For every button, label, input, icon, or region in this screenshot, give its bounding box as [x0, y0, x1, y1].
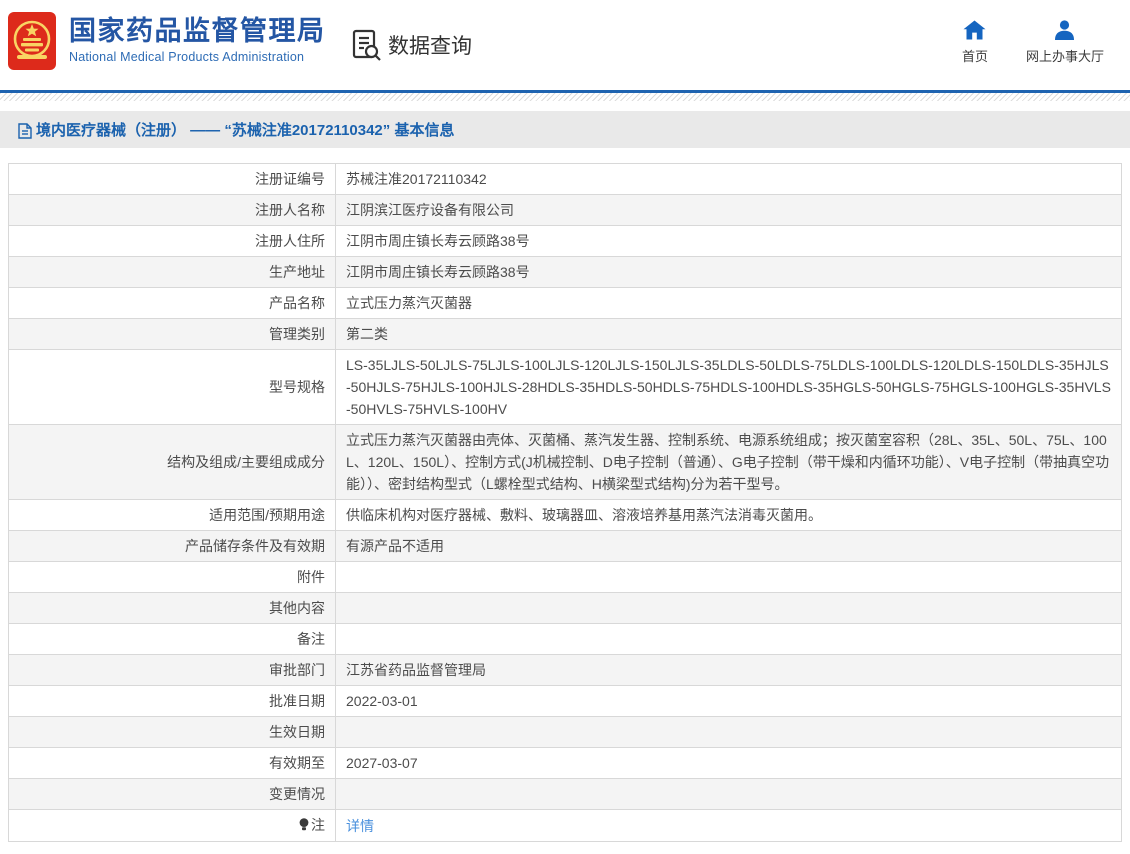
row-label: 备注 — [9, 624, 336, 655]
logo-group: 国家药品监督管理局 National Medical Products Admi… — [8, 12, 326, 70]
org-name-en: National Medical Products Administration — [69, 50, 326, 64]
row-label: 其他内容 — [9, 593, 336, 624]
table-row: 注册证编号苏械注准20172110342 — [9, 164, 1122, 195]
row-value: 江阴市周庄镇长寿云顾路38号 — [336, 226, 1122, 257]
row-label: 注册证编号 — [9, 164, 336, 195]
site-header: 国家药品监督管理局 National Medical Products Admi… — [0, 0, 1130, 90]
header-stripe-band — [0, 93, 1130, 101]
row-value: 2022-03-01 — [336, 686, 1122, 717]
row-value — [336, 562, 1122, 593]
row-label: 有效期至 — [9, 748, 336, 779]
row-value: 江苏省药品监督管理局 — [336, 655, 1122, 686]
row-value: 供临床机构对医疗器械、敷料、玻璃器皿、溶液培养基用蒸汽法消毒灭菌用。 — [336, 500, 1122, 531]
table-row: 生产地址江阴市周庄镇长寿云顾路38号 — [9, 257, 1122, 288]
table-row: 注册人名称江阴滨江医疗设备有限公司 — [9, 195, 1122, 226]
row-label: 适用范围/预期用途 — [9, 500, 336, 531]
row-value: 立式压力蒸汽灭菌器 — [336, 288, 1122, 319]
table-row: 批准日期2022-03-01 — [9, 686, 1122, 717]
detail-link[interactable]: 详情 — [346, 818, 374, 834]
table-row: 型号规格LS-35LJLS-50LJLS-75LJLS-100LJLS-120L… — [9, 350, 1122, 425]
table-row: 结构及组成/主要组成成分立式压力蒸汽灭菌器由壳体、灭菌桶、蒸汽发生器、控制系统、… — [9, 425, 1122, 500]
table-row: 产品名称立式压力蒸汽灭菌器 — [9, 288, 1122, 319]
row-label: 变更情况 — [9, 779, 336, 810]
row-label: 审批部门 — [9, 655, 336, 686]
row-value: 江阴市周庄镇长寿云顾路38号 — [336, 257, 1122, 288]
breadcrumb-text: 境内医疗器械（注册） —— “苏械注准20172110342” 基本信息 — [36, 119, 454, 140]
row-label: 产品储存条件及有效期 — [9, 531, 336, 562]
row-label: 结构及组成/主要组成成分 — [9, 425, 336, 500]
row-label: 管理类别 — [9, 319, 336, 350]
table-row: 生效日期 — [9, 717, 1122, 748]
page: 国家药品监督管理局 National Medical Products Admi… — [0, 0, 1130, 854]
row-label: 附件 — [9, 562, 336, 593]
data-query-label: 数据查询 — [388, 30, 472, 60]
nav-home[interactable]: 首页 — [962, 20, 988, 65]
row-value: 第二类 — [336, 319, 1122, 350]
nav-service-hall-label: 网上办事大厅 — [1026, 46, 1104, 65]
table-row: 产品储存条件及有效期有源产品不适用 — [9, 531, 1122, 562]
row-value — [336, 624, 1122, 655]
table-row: 有效期至2027-03-07 — [9, 748, 1122, 779]
row-value: LS-35LJLS-50LJLS-75LJLS-100LJLS-120LJLS-… — [336, 350, 1122, 425]
info-table: 注册证编号苏械注准20172110342注册人名称江阴滨江医疗设备有限公司注册人… — [8, 163, 1122, 842]
row-label: 产品名称 — [9, 288, 336, 319]
breadcrumb: 境内医疗器械（注册） —— “苏械注准20172110342” 基本信息 — [0, 111, 1130, 148]
row-value — [336, 593, 1122, 624]
row-value: 有源产品不适用 — [336, 531, 1122, 562]
row-value: 苏械注准20172110342 — [336, 164, 1122, 195]
top-nav: 首页 网上办事大厅 — [962, 20, 1104, 65]
document-search-icon — [352, 29, 382, 61]
home-icon — [963, 20, 986, 40]
row-value — [336, 779, 1122, 810]
row-value: 江阴滨江医疗设备有限公司 — [336, 195, 1122, 226]
row-value — [336, 717, 1122, 748]
nav-home-label: 首页 — [962, 46, 988, 65]
table-row: 注详情 — [9, 810, 1122, 842]
note-bulb-icon — [299, 815, 309, 837]
org-names: 国家药品监督管理局 National Medical Products Admi… — [69, 12, 326, 64]
org-name-zh: 国家药品监督管理局 — [69, 15, 326, 47]
table-row: 变更情况 — [9, 779, 1122, 810]
row-label: 注册人住所 — [9, 226, 336, 257]
row-label: 批准日期 — [9, 686, 336, 717]
table-row: 其他内容 — [9, 593, 1122, 624]
row-value: 立式压力蒸汽灭菌器由壳体、灭菌桶、蒸汽发生器、控制系统、电源系统组成；按灭菌室容… — [336, 425, 1122, 500]
table-row: 附件 — [9, 562, 1122, 593]
document-icon — [18, 123, 32, 139]
table-row: 管理类别第二类 — [9, 319, 1122, 350]
row-label: 注 — [9, 810, 336, 842]
row-label: 注册人名称 — [9, 195, 336, 226]
row-label: 生产地址 — [9, 257, 336, 288]
row-label: 生效日期 — [9, 717, 336, 748]
person-icon — [1054, 20, 1075, 40]
row-value: 详情 — [336, 810, 1122, 842]
table-row: 注册人住所江阴市周庄镇长寿云顾路38号 — [9, 226, 1122, 257]
info-table-body: 注册证编号苏械注准20172110342注册人名称江阴滨江医疗设备有限公司注册人… — [9, 164, 1122, 842]
row-value: 2027-03-07 — [336, 748, 1122, 779]
nav-service-hall[interactable]: 网上办事大厅 — [1026, 20, 1104, 65]
table-row: 适用范围/预期用途供临床机构对医疗器械、敷料、玻璃器皿、溶液培养基用蒸汽法消毒灭… — [9, 500, 1122, 531]
table-row: 备注 — [9, 624, 1122, 655]
row-label: 型号规格 — [9, 350, 336, 425]
data-query-title: 数据查询 — [352, 29, 472, 61]
table-row: 审批部门江苏省药品监督管理局 — [9, 655, 1122, 686]
national-emblem-logo[interactable] — [8, 12, 56, 70]
